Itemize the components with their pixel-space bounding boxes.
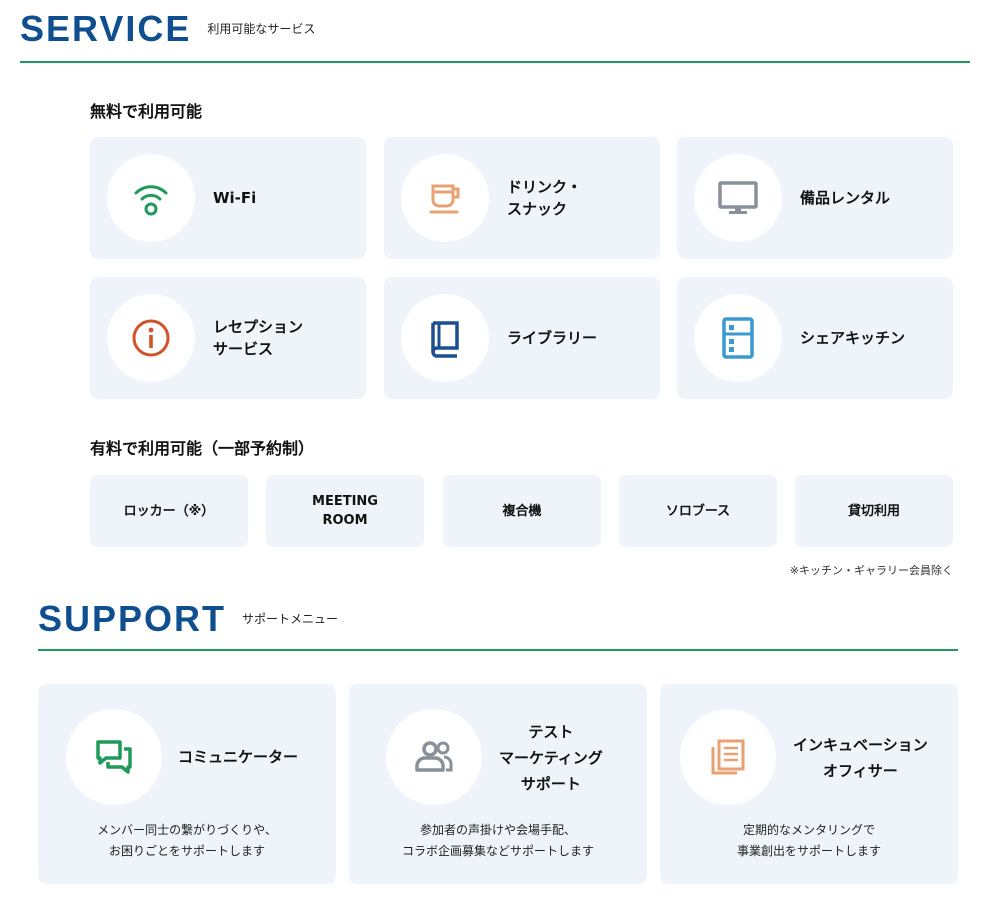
support-subtitle: サポートメニュー [242,612,339,626]
service-card-kitchen[interactable]: シェアキッチン [677,277,953,399]
chat-icon [96,740,132,774]
service-card-library[interactable]: ライブラリー [384,277,660,399]
cup-icon [429,184,460,214]
paid-item-locker[interactable]: ロッカー（※） [90,475,248,547]
support-card-title: インキュベーション オフィサー [793,736,928,780]
paid-note: ※キッチン・ギャラリー会員除く [789,564,953,577]
support-card-incubation[interactable]: インキュベーション オフィサー 定期的なメンタリングで 事業創出をサポートします [660,684,958,884]
service-card-label: ドリンク・ スナック [507,178,582,218]
fridge-icon [722,317,754,359]
support-divider [38,649,958,651]
service-card-label: 備品レンタル [800,189,891,207]
support-card-title: コミュニケーター [178,748,299,766]
book-icon-circle [401,294,489,382]
service-header: SERVICE 利用可能なサービス [20,8,315,50]
book-icon [431,321,459,358]
monitor-icon-circle [694,154,782,242]
cup-icon-circle [401,154,489,242]
fridge-icon-circle [694,294,782,382]
info-icon [132,319,170,357]
service-card-label: ライブラリー [507,329,598,347]
monitor-icon [718,181,758,214]
support-header: SUPPORT サポートメニュー [38,598,338,640]
support-card-title: テスト マーケティング サポート [499,723,603,793]
service-card-label: シェアキッチン [800,329,906,347]
wifi-icon-circle [107,154,195,242]
support-card-desc: メンバー同士の繋がりづくりや、 お困りごとをサポートします [97,823,277,858]
paid-item-private-rental[interactable]: 貸切利用 [795,475,953,547]
service-card-rental[interactable]: 備品レンタル [677,137,953,259]
document-icon-circle [680,709,776,805]
support-title: SUPPORT [38,598,227,639]
support-card-desc: 参加者の声掛けや会場手配、 コラボ企画募集などサポートします [401,823,594,858]
paid-item-copier[interactable]: 複合機 [443,475,601,547]
service-card-wifi[interactable]: Wi-Fi [90,137,366,259]
service-title: SERVICE [20,8,192,49]
chat-icon-circle [66,709,162,805]
paid-heading: 有料で利用可能（一部予約制） [90,439,315,458]
people-icon-circle [386,709,482,805]
service-card-drink[interactable]: ドリンク・ スナック [384,137,660,259]
service-card-label: レセプション サービス [213,318,304,358]
free-heading: 無料で利用可能 [90,102,203,121]
support-card-desc: 定期的なメンタリングで 事業創出をサポートします [736,823,881,858]
service-subtitle: 利用可能なサービス [207,22,316,36]
paid-item-meeting-room[interactable]: MEETING ROOM [266,475,424,547]
service-card-label: Wi-Fi [213,189,257,207]
service-card-reception[interactable]: レセプション サービス [90,277,366,399]
service-divider [20,61,970,63]
info-icon-circle [107,294,195,382]
wifi-icon [134,185,168,216]
paid-item-solo-booth[interactable]: ソロブース [619,475,777,547]
people-icon [415,741,453,772]
support-card-test-marketing[interactable]: テスト マーケティング サポート 参加者の声掛けや会場手配、 コラボ企画募集など… [349,684,647,884]
document-icon [711,739,745,775]
support-card-communicator[interactable]: コミュニケーター メンバー同士の繋がりづくりや、 お困りごとをサポートします [38,684,336,884]
